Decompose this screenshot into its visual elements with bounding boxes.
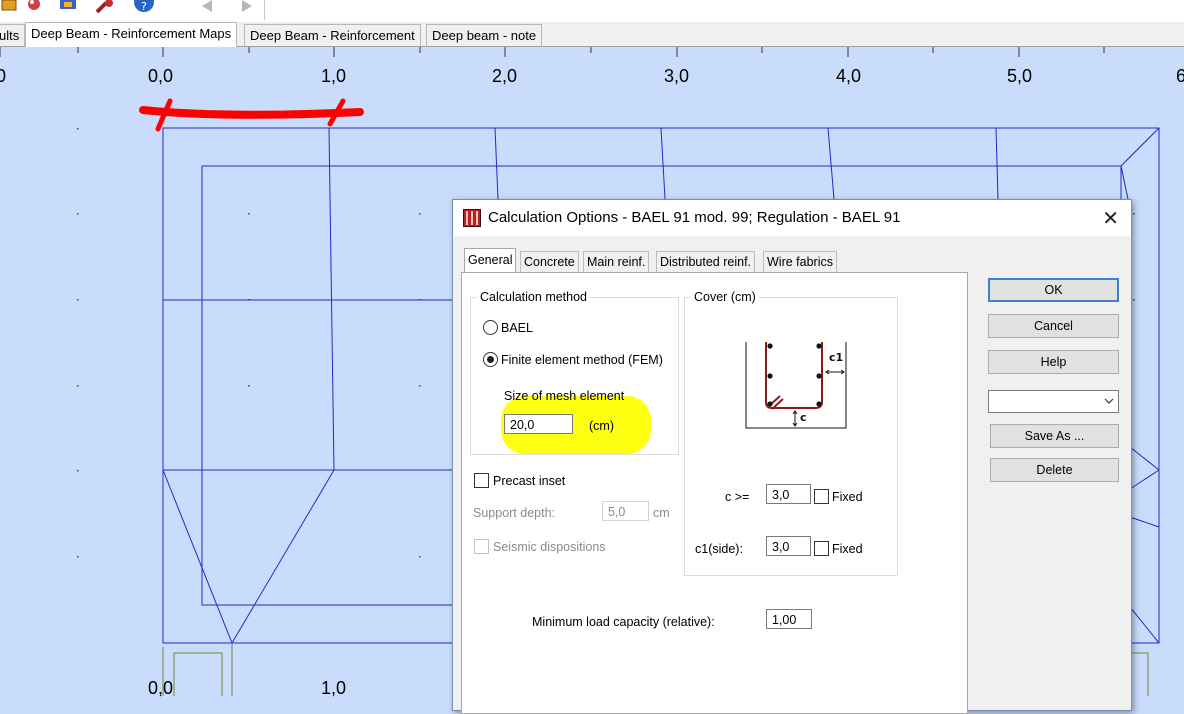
back-arrow-icon[interactable] [198,0,220,16]
help-button[interactable]: Help [988,350,1119,374]
seismic-dispositions-label: Seismic dispositions [493,540,606,554]
toolbar-icon-3[interactable] [58,0,80,16]
top-ruler [0,47,1105,57]
preset-combo[interactable] [988,390,1119,413]
ok-button[interactable]: OK [988,278,1119,302]
toolbar-icon-1[interactable] [0,0,22,16]
tab-general[interactable]: General [464,248,517,273]
cover-c1-fixed-checkbox[interactable] [814,541,829,556]
tab-reinforcement[interactable]: Deep Beam - Reinforcement [244,24,421,46]
support-depth-label: Support depth: [473,506,556,520]
cover-title: Cover (cm) [691,290,759,304]
forward-arrow-icon[interactable] [236,0,258,16]
fem-radio[interactable] [483,352,498,367]
dialog-titlebar[interactable]: Calculation Options - BAEL 91 mod. 99; R… [453,200,1131,236]
diagram-c-label: c [800,411,807,424]
toolbar: ? [0,0,1184,23]
general-tab-panel: Calculation method BAEL Finite element m… [461,272,968,714]
dialog-title: Calculation Options - BAEL 91 mod. 99; R… [488,209,901,226]
mesh-size-input[interactable]: 20,0 [504,414,573,434]
tab-distributed-reinf[interactable]: Distributed reinf. [656,251,756,272]
axis-label-x-5-0: 5,0 [1007,66,1033,86]
tab-results[interactable]: ults [0,24,26,46]
mesh-size-label: Size of mesh element [504,389,625,403]
chevron-down-icon [1104,398,1114,404]
calculation-method-group: Calculation method BAEL Finite element m… [470,290,679,455]
cover-diagram: c c1 [745,342,847,429]
precast-inset-checkbox[interactable] [474,473,489,488]
delete-button[interactable]: Delete [990,458,1119,482]
tab-concrete[interactable]: Concrete [520,251,579,272]
cover-c-fixed-label: Fixed [832,490,863,504]
mesh-size-unit: (cm) [589,419,614,433]
svg-text:?: ? [141,0,147,13]
diagram-c1-label: c1 [829,351,843,364]
toolbar-divider [264,0,265,20]
fem-label: Finite element method (FEM) [501,353,663,367]
save-as-button[interactable]: Save As ... [990,424,1119,448]
cover-c1-fixed-label: Fixed [832,542,863,556]
close-icon[interactable]: ✕ [1102,206,1119,231]
precast-inset-label: Precast inset [493,474,566,488]
axis-label-x-2-0: 2,0 [492,66,518,86]
cover-c1-label: c1(side): [695,542,743,556]
cover-c-input[interactable]: 3,0 [766,484,811,504]
cover-c1-input[interactable]: 3,0 [766,536,811,556]
app-icon [463,209,481,227]
calculation-options-dialog: Calculation Options - BAEL 91 mod. 99; R… [452,199,1132,714]
min-load-input[interactable]: 1,00 [766,609,812,629]
seismic-dispositions-checkbox[interactable] [474,539,489,554]
tab-reinforcement-maps[interactable]: Deep Beam - Reinforcement Maps [25,22,238,47]
axis-label-x-4-0: 4,0 [836,66,862,86]
red-annotation [139,98,364,132]
bael-label: BAEL [501,321,533,335]
axis-label-x-0: 0 [0,66,7,86]
cancel-button[interactable]: Cancel [988,314,1119,338]
min-load-label: Minimum load capacity (relative): [532,615,715,629]
support-depth-input[interactable]: 5,0 [602,501,649,521]
tab-wire-fabrics[interactable]: Wire fabrics [763,251,837,272]
document-tabs: ults Deep Beam - Reinforcement Maps Deep… [0,22,1184,47]
axis-label-x-3-0: 3,0 [664,66,690,86]
wrench-icon[interactable] [94,0,116,16]
tab-main-reinf[interactable]: Main reinf. [583,251,650,272]
calculation-method-title: Calculation method [477,290,591,304]
toolbar-icon-2[interactable] [24,0,46,16]
axis-label-x-6: 6 [1176,66,1184,86]
axis-label-x-0-0: 0,0 [148,66,174,86]
help-icon[interactable]: ? [132,0,154,16]
axis-label-x-1-0: 1,0 [321,66,347,86]
cover-c-label: c >= [725,490,750,504]
tab-note[interactable]: Deep beam - note [426,24,543,46]
bael-radio[interactable] [483,320,498,335]
support-depth-unit: cm [653,506,670,520]
cover-c-fixed-checkbox[interactable] [814,489,829,504]
cover-group: Cover (cm) c c1 c >= 3,0 Fixed c1(side):… [684,290,898,576]
